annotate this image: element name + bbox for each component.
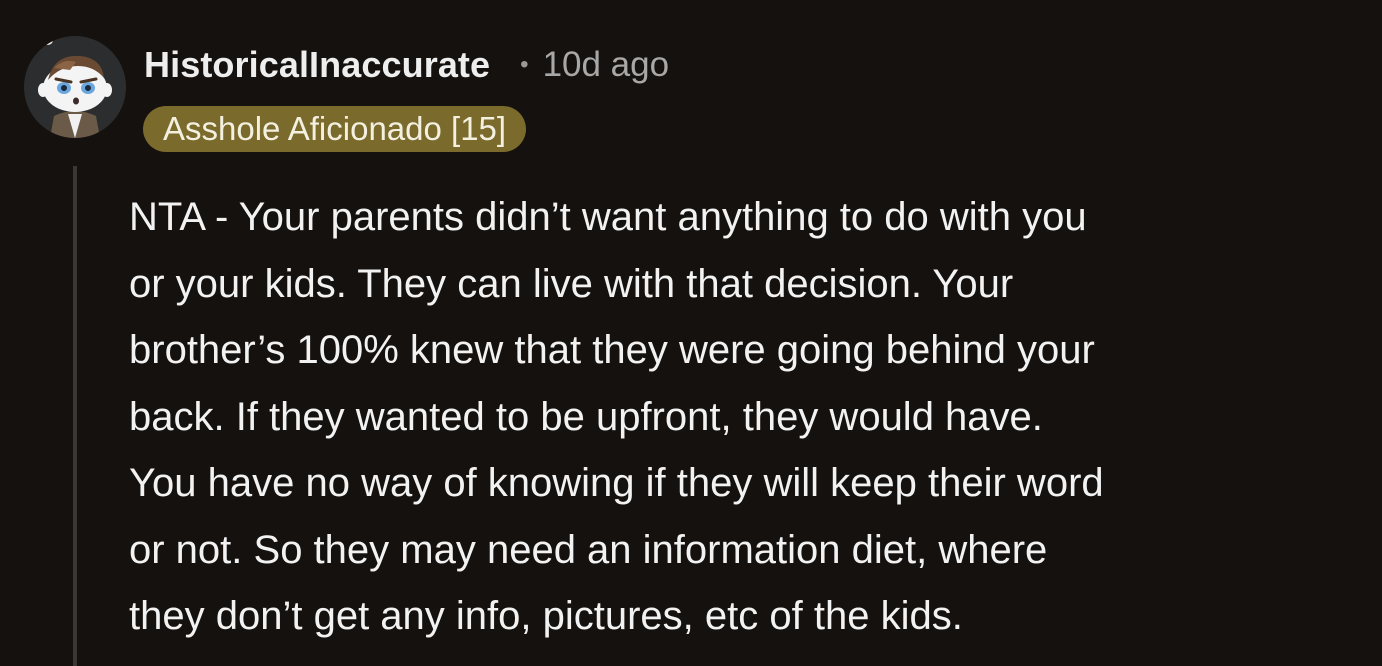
user-flair: Asshole Aficionado [15] <box>143 106 527 152</box>
comment-body-line: brother’s 100% knew that they were going… <box>129 328 1095 372</box>
comment-meta: HistoricalInaccurate • 10d ago <box>144 44 669 86</box>
comment-body-line: NTA - Your parents didn’t want anything … <box>129 195 1087 239</box>
comment-timestamp[interactable]: 10d ago <box>543 45 670 85</box>
comment-body-line: You have no way of knowing if they will … <box>129 461 1104 505</box>
thread-line[interactable] <box>73 166 77 666</box>
comment-body-line: or your kids. They can live with that de… <box>129 261 1014 306</box>
comment-body: NTA - Your parents didn’t want anything … <box>129 184 1349 650</box>
comment: HistoricalInaccurate • 10d ago Asshole A… <box>0 0 1382 666</box>
meta-separator: • <box>520 51 529 78</box>
author-username[interactable]: HistoricalInaccurate <box>144 44 490 86</box>
comment-body-line: they don’t get any info, pictures, etc o… <box>129 594 963 638</box>
avatar[interactable] <box>24 36 126 138</box>
reddit-snoo-avatar-icon <box>24 36 126 138</box>
comment-body-line: or not. So they may need an information … <box>129 527 1048 572</box>
comment-body-line: back. If they wanted to be upfront, they… <box>129 394 1043 439</box>
